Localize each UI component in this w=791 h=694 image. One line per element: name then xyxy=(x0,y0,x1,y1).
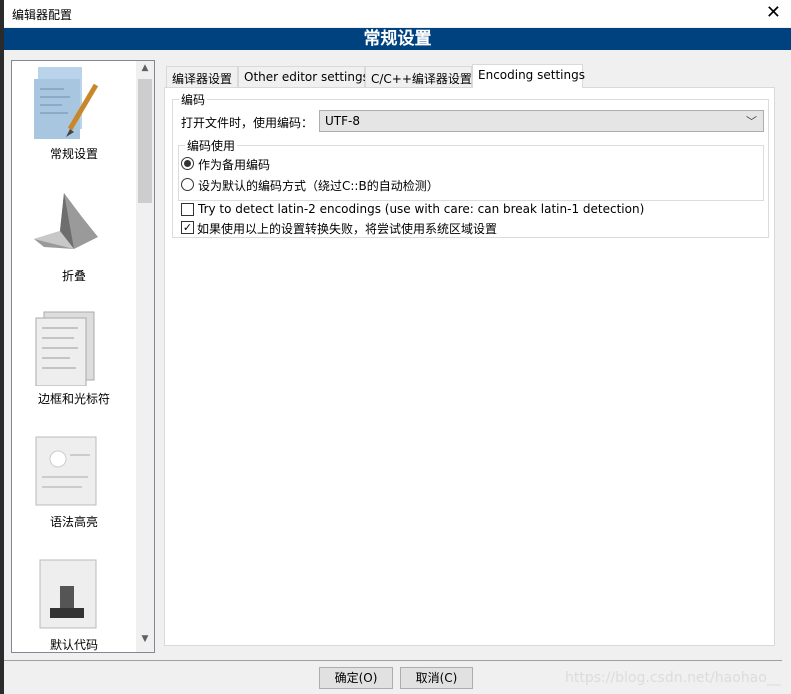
sidebar-list[interactable]: 常规设置 折叠 边框和光标符 语法高亮 默认代码 ▲ ▼ xyxy=(11,60,155,653)
scroll-up-icon[interactable]: ▲ xyxy=(136,63,154,79)
sidebar-item-general[interactable]: 常规设置 xyxy=(12,61,136,181)
window-title: 编辑器配置 xyxy=(12,8,73,22)
encoding-value: UTF-8 xyxy=(325,114,360,128)
ok-button[interactable]: 确定(O) xyxy=(319,667,393,689)
sidebar-item-label: 常规设置 xyxy=(49,147,98,161)
default-encoding-radio[interactable] xyxy=(181,178,194,191)
tab-cpp-compiler-settings[interactable]: C/C++编译器设置 xyxy=(365,66,472,88)
latin2-checkbox[interactable] xyxy=(181,203,194,216)
watermark: https://blog.csdn.net/haohao__ xyxy=(565,670,781,686)
scrollbar-thumb[interactable] xyxy=(138,79,152,203)
group-label: 编码 xyxy=(179,91,208,108)
fallback-encoding-label: 作为备用编码 xyxy=(198,158,271,172)
system-locale-checkbox[interactable]: ✓ xyxy=(181,221,194,234)
sidebar-item-syntax[interactable]: 语法高亮 xyxy=(12,429,136,549)
divider xyxy=(4,660,782,661)
latin2-label: Try to detect latin-2 encodings (use wit… xyxy=(198,202,645,216)
sidebar-item-default-code[interactable]: 默认代码 xyxy=(12,552,136,652)
general-settings-icon xyxy=(34,67,99,139)
folding-icon xyxy=(34,193,98,249)
page-banner: 常规设置 xyxy=(4,28,791,50)
sidebar-scrollbar[interactable]: ▲ ▼ xyxy=(136,61,154,652)
close-icon[interactable]: ✕ xyxy=(766,2,781,23)
margins-caret-icon xyxy=(35,311,95,386)
tab-encoding-settings[interactable]: Encoding settings xyxy=(472,64,585,88)
cancel-button[interactable]: 取消(C) xyxy=(400,667,473,689)
fallback-encoding-radio[interactable] xyxy=(181,157,194,170)
encoding-select[interactable]: UTF-8 ﹀ xyxy=(319,110,764,132)
group-label: 编码使用 xyxy=(185,137,238,154)
sidebar-item-folding[interactable]: 折叠 xyxy=(12,183,136,303)
default-code-icon xyxy=(39,559,97,629)
default-encoding-label: 设为默认的编码方式（绕过C::B的自动检测） xyxy=(198,179,439,193)
sidebar-item-label: 默认代码 xyxy=(49,638,98,652)
sidebar-item-label: 语法高亮 xyxy=(49,515,98,529)
scroll-down-icon[interactable]: ▼ xyxy=(136,634,154,650)
syntax-highlight-icon xyxy=(35,436,97,506)
sidebar-item-margins[interactable]: 边框和光标符 xyxy=(12,306,136,426)
system-locale-label: 如果使用以上的设置转换失败，将尝试使用系统区域设置 xyxy=(197,222,498,236)
title-bar: 编辑器配置 ✕ xyxy=(4,0,791,27)
tab-compiler-settings[interactable]: 编译器设置 xyxy=(166,66,238,88)
sidebar-item-label: 边框和光标符 xyxy=(37,392,110,406)
chevron-down-icon: ﹀ xyxy=(746,115,757,128)
open-encoding-label: 打开文件时，使用编码： xyxy=(181,116,314,130)
sidebar-item-label: 折叠 xyxy=(61,269,86,283)
background-strip xyxy=(0,0,4,694)
tab-other-editor-settings[interactable]: Other editor settings xyxy=(238,66,369,88)
